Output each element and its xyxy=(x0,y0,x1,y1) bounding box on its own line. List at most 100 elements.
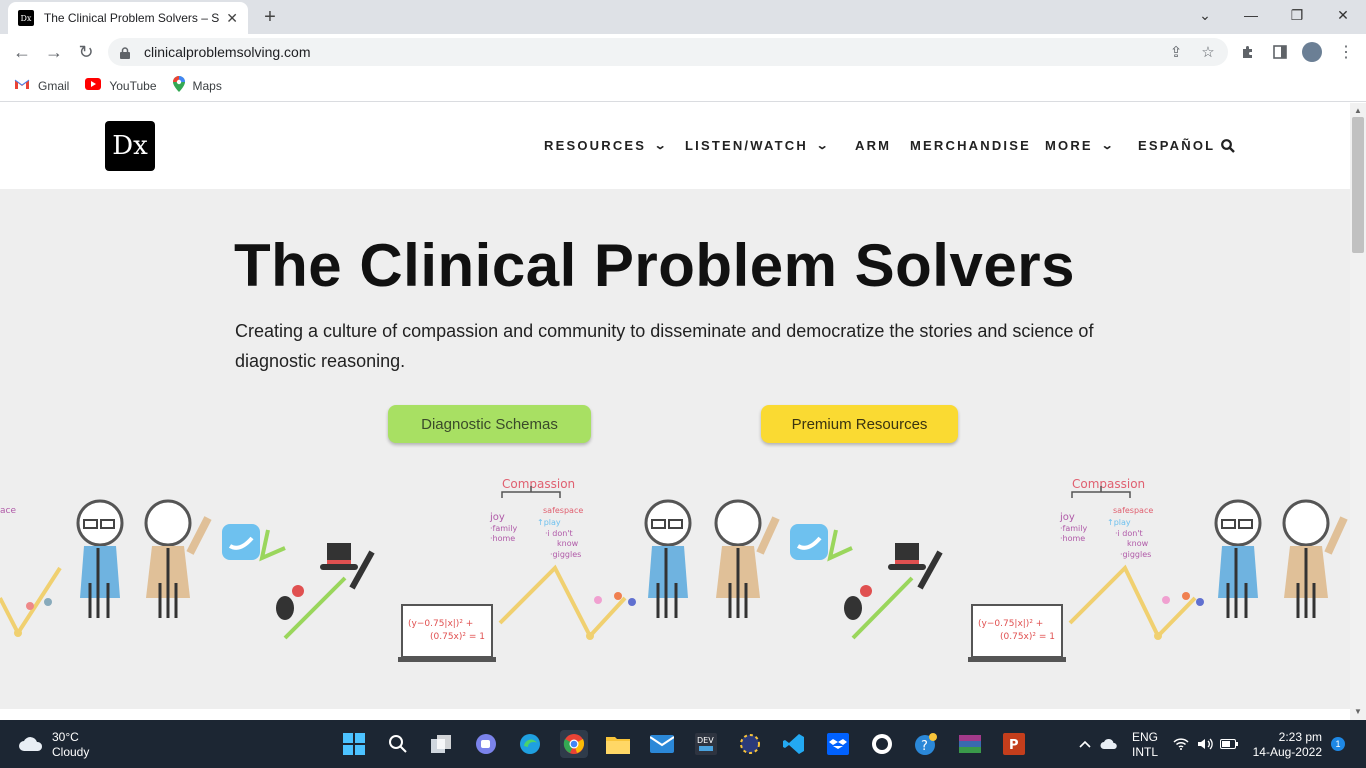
side-panel-icon[interactable] xyxy=(1270,42,1290,62)
edge-browser-icon[interactable] xyxy=(516,730,544,758)
notification-badge[interactable]: 1 xyxy=(1331,737,1345,751)
svg-text:Compassion: Compassion xyxy=(1072,477,1145,491)
menu-kebab-icon[interactable]: ⋮ xyxy=(1336,42,1356,62)
chevron-down-icon: ⌄ xyxy=(815,140,832,152)
help-icon[interactable]: ? xyxy=(912,730,940,758)
page-scrollbar[interactable]: ▲ ▼ xyxy=(1350,103,1366,720)
chevron-up-icon[interactable] xyxy=(1076,730,1094,758)
nav-listen-watch[interactable]: LISTEN/WATCH ⌄ xyxy=(685,138,829,153)
browser-tab[interactable]: Dx The Clinical Problem Solvers – Sh ✕ xyxy=(8,2,248,34)
dev-home-icon[interactable]: DEV xyxy=(692,730,720,758)
file-explorer-icon[interactable] xyxy=(604,730,632,758)
search-icon[interactable] xyxy=(384,730,412,758)
close-tab-icon[interactable]: ✕ xyxy=(226,10,238,27)
site-header: Dx RESOURCES ⌄ LISTEN/WATCH ⌄ ARM MERCHAND… xyxy=(0,103,1350,189)
svg-text:↑play: ↑play xyxy=(1107,518,1131,527)
svg-text:·home: ·home xyxy=(490,534,515,543)
browser-tab-strip: Dx The Clinical Problem Solvers – Sh ✕ +… xyxy=(0,0,1366,34)
forward-arrow-icon[interactable]: → xyxy=(38,36,70,68)
task-view-icon[interactable] xyxy=(428,730,456,758)
windows-taskbar: 30°C Cloudy DEV ? P ENG INTL 2:23 pm 14-… xyxy=(0,720,1366,768)
svg-text:·giggles: ·giggles xyxy=(550,550,581,559)
svg-text:(0.75x)² = 1: (0.75x)² = 1 xyxy=(1000,632,1055,642)
vscode-icon[interactable] xyxy=(780,730,808,758)
tab-search-chevron-down-icon[interactable]: ⌄ xyxy=(1182,0,1228,30)
dropbox-icon[interactable] xyxy=(824,730,852,758)
reload-icon[interactable]: ↻ xyxy=(70,36,102,68)
url-text: clinicalproblemsolving.com xyxy=(144,44,311,60)
address-bar[interactable]: clinicalproblemsolving.com xyxy=(108,38,1228,66)
bookmark-youtube[interactable]: YouTube xyxy=(85,78,157,93)
illustration-compassion-center: Compassion joy ·family ·home safespace ↑… xyxy=(398,477,943,662)
winrar-icon[interactable] xyxy=(956,730,984,758)
svg-text:DEV: DEV xyxy=(697,736,714,745)
new-tab-icon[interactable]: + xyxy=(260,6,280,29)
github-desktop-icon[interactable] xyxy=(868,730,896,758)
battery-icon[interactable] xyxy=(1218,730,1240,758)
svg-text:·giggles: ·giggles xyxy=(1120,550,1151,559)
share-icon[interactable]: ⇪ xyxy=(1166,42,1186,62)
clock[interactable]: 2:23 pm 14-Aug-2022 xyxy=(1252,730,1322,760)
svg-text:(y−0.75|x|)² +: (y−0.75|x|)² + xyxy=(978,619,1043,629)
mail-icon[interactable] xyxy=(648,730,676,758)
page-viewport: Dx RESOURCES ⌄ LISTEN/WATCH ⌄ ARM MERCHAND… xyxy=(0,103,1350,720)
maps-icon xyxy=(172,76,185,95)
site-logo[interactable]: Dx xyxy=(105,121,155,171)
nav-merchandise[interactable]: MERCHANDISE xyxy=(910,138,1031,153)
scrollbar-thumb[interactable] xyxy=(1352,117,1364,253)
search-icon[interactable] xyxy=(1221,139,1235,153)
svg-text:↑play: ↑play xyxy=(537,518,561,527)
cloud-icon[interactable] xyxy=(1098,730,1120,758)
illustration-compassion-right: Compassion joy ·family ·home safespace ↑… xyxy=(968,477,1348,662)
svg-text:?: ? xyxy=(921,739,928,754)
svg-text:·family: ·family xyxy=(490,524,518,533)
temperature: 30°C xyxy=(52,730,79,744)
profile-avatar[interactable] xyxy=(1302,42,1322,62)
browser-toolbar: ← → ↻ clinicalproblemsolving.com ⇪ ☆ ⋮ xyxy=(0,34,1366,70)
weather-widget[interactable]: 30°C Cloudy xyxy=(18,730,89,760)
bookmark-gmail[interactable]: Gmail xyxy=(14,78,69,93)
svg-text:safespace: safespace xyxy=(543,506,583,515)
window-close-icon[interactable]: ✕ xyxy=(1320,0,1366,30)
nav-espanol[interactable]: ESPAÑOL xyxy=(1138,138,1215,153)
svg-text:joy: joy xyxy=(489,512,505,523)
tab-title: The Clinical Problem Solvers – Sh xyxy=(43,11,221,25)
illustration-figures-left: ace xyxy=(0,499,375,640)
nav-resources[interactable]: RESOURCES ⌄ xyxy=(544,138,668,153)
volume-icon[interactable] xyxy=(1194,730,1216,758)
windows-start-icon[interactable] xyxy=(340,730,368,758)
svg-text:(y−0.75|x|)² +: (y−0.75|x|)² + xyxy=(408,619,473,629)
diagnostic-schemas-button[interactable]: Diagnostic Schemas xyxy=(388,405,591,443)
eclipse-app-icon[interactable] xyxy=(736,730,764,758)
back-arrow-icon[interactable]: ← xyxy=(6,36,38,68)
svg-text:·i don't: ·i don't xyxy=(1115,529,1143,538)
minimize-icon[interactable]: — xyxy=(1228,0,1274,30)
svg-text:P: P xyxy=(1009,738,1019,753)
time: 2:23 pm xyxy=(1278,730,1322,744)
bookmarks-bar: Gmail YouTube Maps xyxy=(0,70,1366,102)
premium-resources-button[interactable]: Premium Resources xyxy=(761,405,958,443)
date: 14-Aug-2022 xyxy=(1252,745,1322,759)
hero-illustration: ace Compassion joy ·family ·home safespa… xyxy=(0,477,1348,662)
nav-arm[interactable]: ARM xyxy=(855,138,891,153)
extensions-puzzle-icon[interactable] xyxy=(1238,42,1258,62)
page-title: The Clinical Problem Solvers xyxy=(234,232,1075,299)
scroll-down-icon[interactable]: ▼ xyxy=(1354,707,1362,716)
restore-icon[interactable]: ❐ xyxy=(1274,0,1320,30)
chrome-browser-icon[interactable] xyxy=(560,730,588,758)
svg-text:know: know xyxy=(557,539,579,548)
lock-icon xyxy=(120,46,130,59)
wifi-icon[interactable] xyxy=(1170,730,1192,758)
powerpoint-icon[interactable]: P xyxy=(1000,730,1028,758)
svg-text:ace: ace xyxy=(0,506,16,516)
scroll-up-icon[interactable]: ▲ xyxy=(1354,106,1362,115)
teams-chat-icon[interactable] xyxy=(472,730,500,758)
bookmark-star-icon[interactable]: ☆ xyxy=(1198,42,1218,62)
language-indicator[interactable]: ENG INTL xyxy=(1132,730,1158,760)
cloud-icon xyxy=(18,734,44,757)
nav-more[interactable]: MORE ⌄ xyxy=(1045,138,1114,153)
bookmark-maps[interactable]: Maps xyxy=(172,76,222,95)
chevron-down-icon: ⌄ xyxy=(1100,140,1117,152)
hero-subtitle: Creating a culture of compassion and com… xyxy=(235,321,1094,371)
svg-text:·i don't: ·i don't xyxy=(545,529,573,538)
